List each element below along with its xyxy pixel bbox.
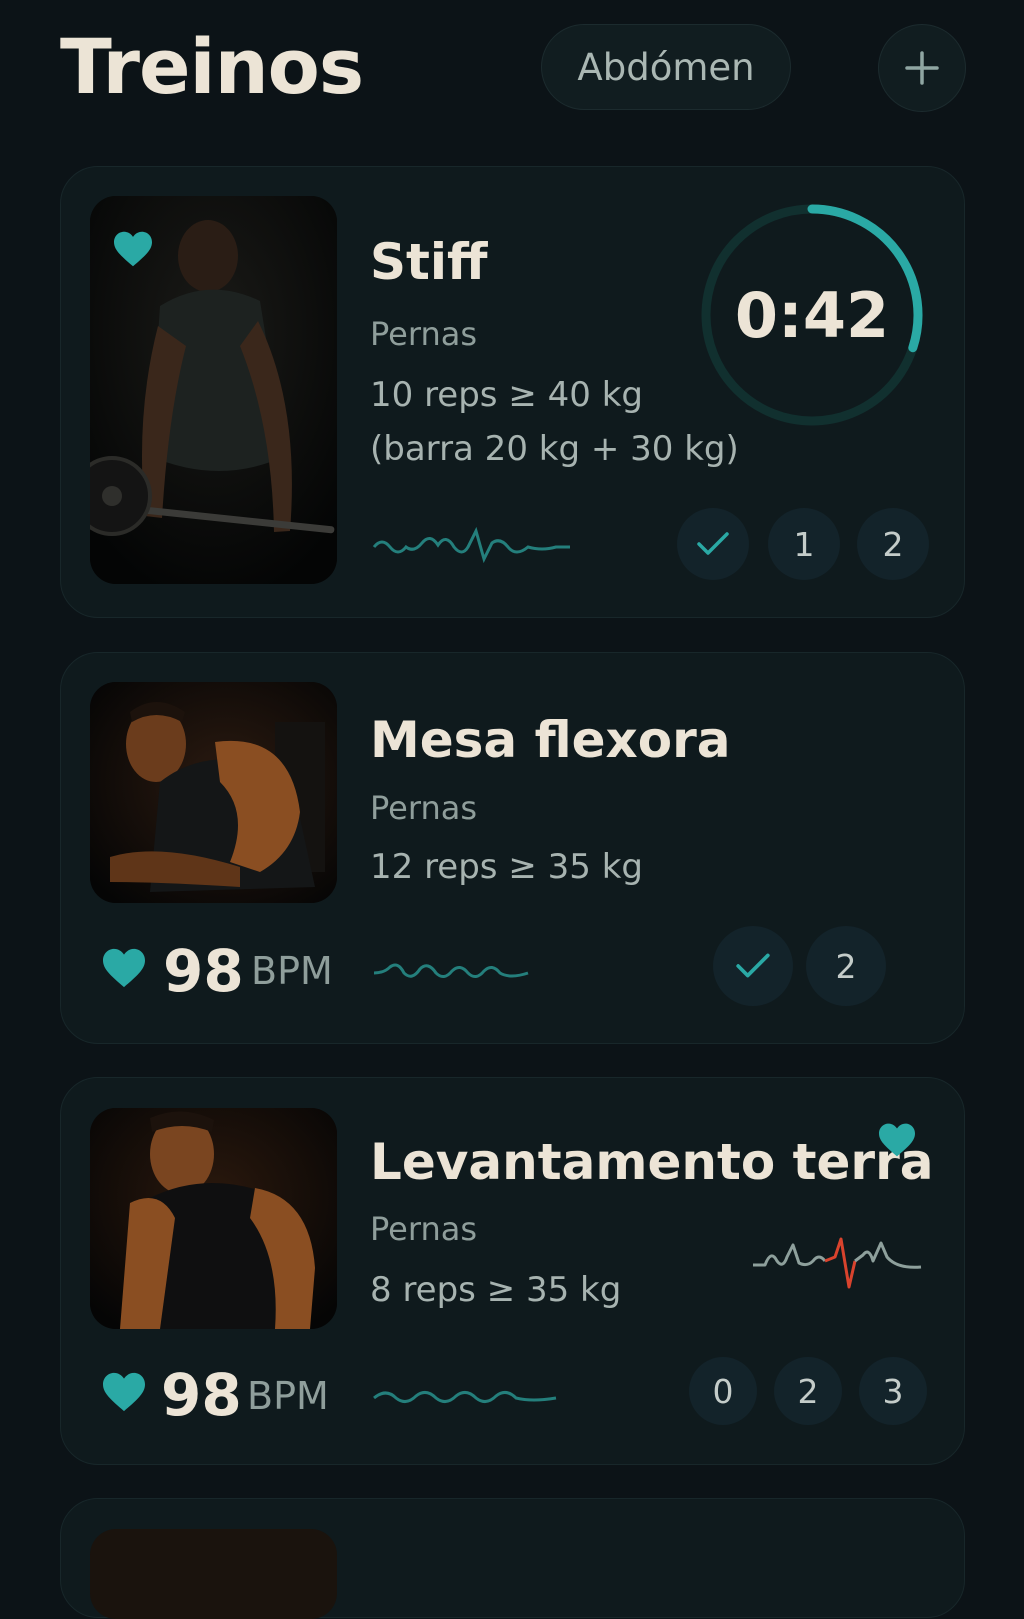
set-button-done[interactable]	[713, 926, 793, 1006]
check-icon	[697, 532, 729, 555]
exercise-category: Pernas	[370, 315, 477, 353]
exercise-reps: 8 reps ≥ 35 kg	[370, 1270, 622, 1310]
exercise-photo	[90, 1108, 337, 1329]
heart-icon	[103, 1372, 145, 1412]
heart-rate-wave	[373, 1391, 557, 1403]
workout-card-partial[interactable]	[60, 1498, 965, 1619]
set-button[interactable]: 1	[768, 508, 840, 580]
workout-card-stiff[interactable]: Stiff Pernas 10 reps ≥ 40 kg (barra 20 k…	[60, 166, 965, 618]
heart-icon	[103, 948, 145, 988]
favorite-heart-icon[interactable]	[112, 230, 154, 268]
workout-card-mesa-flexora[interactable]: Mesa flexora Pernas 12 reps ≥ 35 kg 98 B…	[60, 652, 965, 1044]
bpm-value: 98	[161, 1361, 242, 1429]
exercise-load-detail: (barra 20 kg + 30 kg)	[370, 429, 739, 469]
exercise-reps: 12 reps ≥ 35 kg	[370, 847, 643, 887]
set-button-done[interactable]	[677, 508, 749, 580]
bpm-value: 98	[163, 937, 244, 1005]
timer-value: 0:42	[734, 278, 890, 352]
set-button[interactable]: 2	[774, 1357, 842, 1425]
set-button[interactable]: 0	[689, 1357, 757, 1425]
check-icon	[736, 953, 770, 978]
exercise-reps: 10 reps ≥ 40 kg	[370, 375, 643, 415]
heart-rate-wave	[373, 963, 529, 978]
exercise-photo	[90, 1529, 337, 1619]
page-title: Treinos	[60, 22, 364, 111]
workout-card-levantamento-terra[interactable]: Levantamento terra Pernas 8 reps ≥ 35 kg…	[60, 1077, 965, 1465]
ecg-waveform	[753, 1237, 922, 1289]
add-workout-button[interactable]	[878, 24, 966, 112]
set-button[interactable]: 3	[859, 1357, 927, 1425]
plus-icon	[905, 51, 939, 85]
filter-button[interactable]: Abdómen	[541, 24, 791, 110]
rest-timer[interactable]: 0:42	[697, 200, 927, 430]
exercise-photo	[90, 196, 337, 584]
exercise-name: Mesa flexora	[370, 711, 731, 769]
exercise-category: Pernas	[370, 1210, 477, 1248]
exercise-photo	[90, 682, 337, 903]
set-button[interactable]: 2	[806, 926, 886, 1006]
exercise-category: Pernas	[370, 789, 477, 827]
exercise-name: Stiff	[370, 233, 488, 291]
set-button[interactable]: 2	[857, 508, 929, 580]
exercise-name: Levantamento terra	[370, 1133, 934, 1191]
favorite-heart-icon[interactable]	[877, 1122, 917, 1158]
heart-rate-wave	[372, 526, 570, 563]
bpm-unit: BPM	[251, 949, 333, 993]
bpm-unit: BPM	[247, 1374, 329, 1418]
